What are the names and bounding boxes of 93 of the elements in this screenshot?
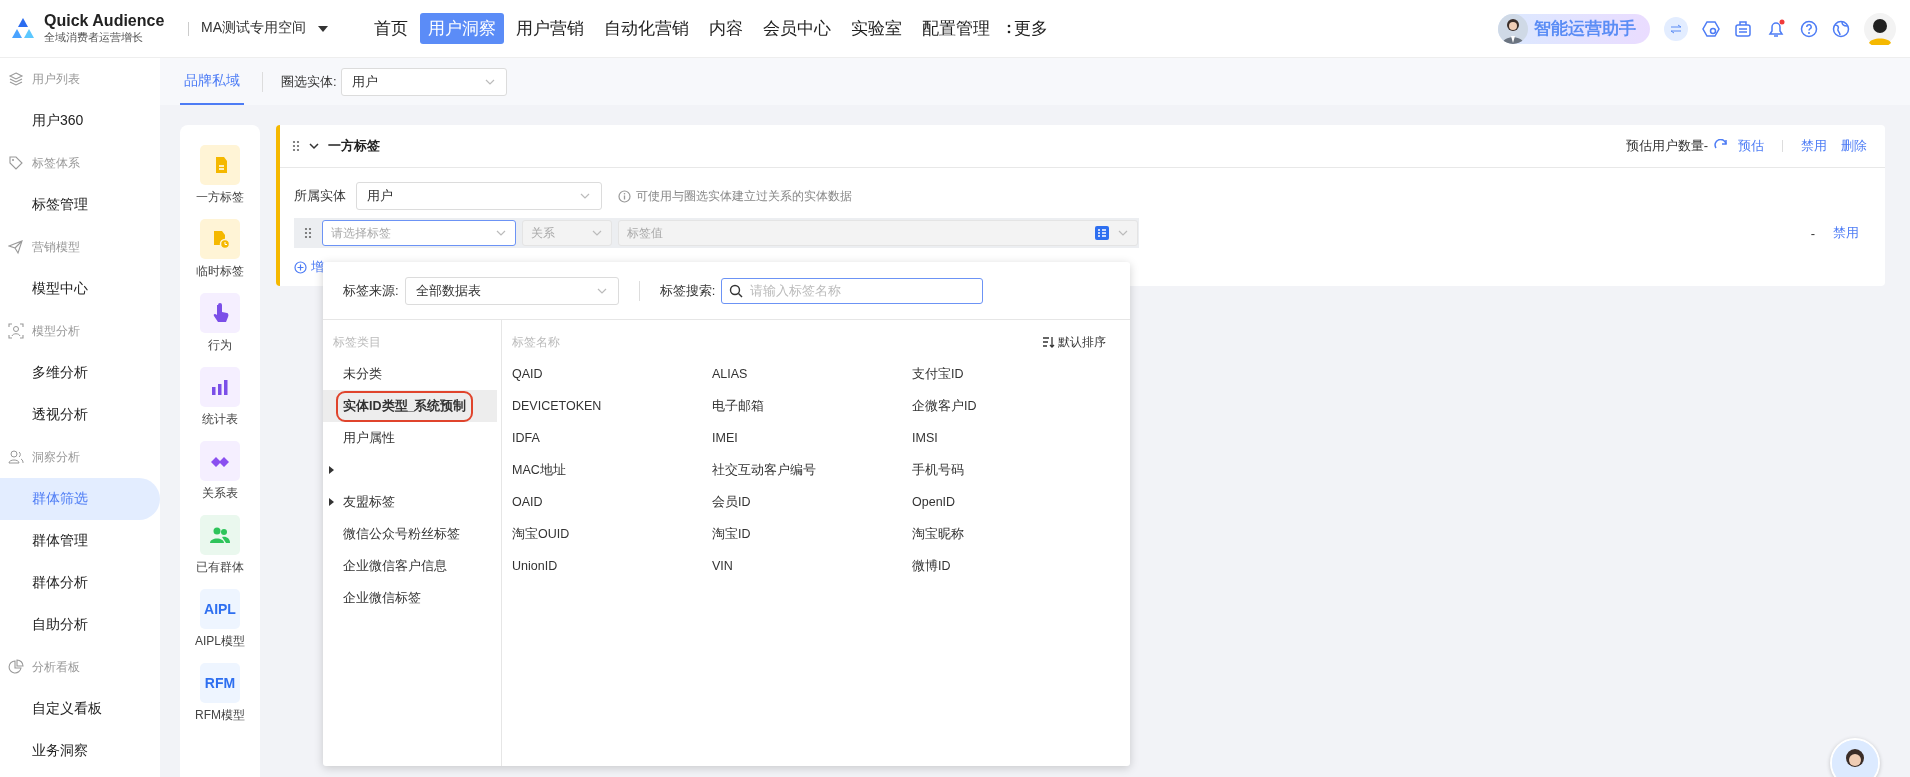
user-avatar[interactable] xyxy=(1864,12,1896,45)
group-title: 营销模型 xyxy=(32,238,80,256)
category-item[interactable]: 用户属性 xyxy=(323,422,497,454)
add-link[interactable]: 增 xyxy=(294,258,334,276)
briefcase-icon[interactable] xyxy=(1734,19,1752,38)
nav-tab[interactable]: 首页 xyxy=(366,13,416,44)
tag-name-item[interactable]: 电子邮箱 xyxy=(712,390,912,422)
tag-name-item[interactable]: 淘宝ID xyxy=(712,518,912,550)
tag-name-item[interactable]: QAID xyxy=(512,358,712,390)
tag-name-item[interactable]: IMSI xyxy=(912,422,1112,454)
sidebar-item[interactable]: 业务洞察 xyxy=(0,730,160,772)
sidebar-item[interactable]: 自助分析 xyxy=(0,604,160,646)
caret-icon xyxy=(318,24,328,33)
switch-icon[interactable] xyxy=(1664,16,1688,41)
tag-name-item[interactable]: 企微客户ID xyxy=(912,390,1112,422)
group-title: 模型分析 xyxy=(32,322,80,340)
field-label: 标签搜索: xyxy=(659,281,716,300)
workspace-selector[interactable]: MA测试专用空间 xyxy=(188,21,328,36)
tag-name-item[interactable]: 支付宝ID xyxy=(912,358,1112,390)
category-item[interactable]: 微信公众号粉丝标签 xyxy=(323,518,497,550)
entity-select[interactable]: 用户 xyxy=(340,67,507,96)
sidebar-item[interactable]: 群体管理 xyxy=(0,520,160,562)
entity-select[interactable]: 用户 xyxy=(356,182,602,210)
tag-name-item[interactable]: IDFA xyxy=(512,422,712,454)
list-icon[interactable] xyxy=(1095,226,1109,240)
action-link[interactable]: 禁用 xyxy=(1829,224,1863,242)
nav-tab[interactable]: 配置管理 xyxy=(914,13,998,44)
column-header: 标签名称 xyxy=(512,333,560,351)
nav-tab[interactable]: 用户营销 xyxy=(508,13,592,44)
category-item[interactable]: 友盟标签 xyxy=(323,486,497,518)
brand-tagline: 全域消费者运营增长 xyxy=(44,30,144,45)
info-icon xyxy=(618,189,631,203)
field-label: 所属实体 xyxy=(294,187,346,205)
sidebar-item[interactable]: 多维分析 xyxy=(0,352,160,394)
group-title: 洞察分析 xyxy=(32,448,80,466)
more-menu[interactable]: 更多 xyxy=(1002,17,1048,40)
action-link[interactable]: 禁用 xyxy=(1797,137,1831,155)
sidebar-item[interactable]: 群体分析 xyxy=(0,562,160,604)
tag-name-item[interactable]: 会员ID xyxy=(712,486,912,518)
action-link[interactable]: 删除 xyxy=(1837,137,1871,155)
nav-tab[interactable]: 自动化营销 xyxy=(596,13,697,44)
search-icon xyxy=(729,283,744,298)
tag-name-item[interactable]: ALIAS xyxy=(712,358,912,390)
tag-name-item[interactable]: 手机号码 xyxy=(912,454,1112,486)
hint-text: 可使用与圈选实体建立过关系的实体数据 xyxy=(636,187,852,205)
tag-name-item[interactable]: 淘宝昵称 xyxy=(912,518,1112,550)
bell-icon[interactable] xyxy=(1766,18,1786,39)
source-select[interactable]: 全部数据表 xyxy=(404,276,619,305)
help-icon[interactable] xyxy=(1800,19,1818,38)
tag-name-item[interactable]: OAID xyxy=(512,486,712,518)
gear-icon[interactable] xyxy=(1702,19,1720,38)
tag-name-item[interactable]: 微博ID xyxy=(912,550,1112,582)
sort-button[interactable]: 默认排序 xyxy=(1037,332,1112,352)
tag-name-item[interactable]: 淘宝OUID xyxy=(512,518,712,550)
group-title: 分析看板 xyxy=(32,658,80,676)
sidebar-item[interactable]: 透视分析 xyxy=(0,394,160,436)
count-text: - xyxy=(1810,225,1815,241)
drag-handle-icon[interactable] xyxy=(304,227,312,239)
field-label: 圈选实体: xyxy=(281,72,337,91)
estimate-link[interactable]: 预估 xyxy=(1734,137,1768,155)
tag-name-item[interactable]: DEVICETOKEN xyxy=(512,390,712,422)
tag-name-item[interactable]: UnionID xyxy=(512,550,712,582)
tag-name-item[interactable]: VIN xyxy=(712,550,912,582)
card-title: 一方标签 xyxy=(328,137,380,155)
sidebar-item[interactable]: 模型中心 xyxy=(0,268,160,310)
sidebar-item[interactable]: 标签管理 xyxy=(0,184,160,226)
group-title: 标签体系 xyxy=(32,154,80,172)
tag-name-item[interactable]: MAC地址 xyxy=(512,454,712,486)
estimate-label: 预估用户数量- xyxy=(1625,137,1708,155)
globe-icon[interactable] xyxy=(1832,19,1850,38)
sidebar-item[interactable]: 用户360 xyxy=(0,100,160,142)
search-field[interactable]: 请输入标签名称 xyxy=(721,277,984,304)
tag-name-item[interactable]: IMEI xyxy=(712,422,912,454)
expand-icon[interactable] xyxy=(329,498,335,506)
category-item[interactable]: 企业微信客户信息 xyxy=(323,550,497,582)
nav-tab[interactable]: 内容 xyxy=(701,13,751,44)
chevron-icon[interactable] xyxy=(308,140,320,152)
sidebar-item[interactable]: 自定义看板 xyxy=(0,688,160,730)
tag-name-item[interactable]: 社交互动客户编号 xyxy=(712,454,912,486)
category-item[interactable]: 企业微信标签 xyxy=(323,582,497,614)
tag-name-item[interactable]: OpenID xyxy=(912,486,1112,518)
brand-name: Quick Audience xyxy=(44,12,165,30)
column-header: 标签类目 xyxy=(332,333,382,351)
group-title: 用户列表 xyxy=(32,70,80,88)
category-item[interactable]: 实体ID类型_系统预制 xyxy=(323,390,497,422)
nav-tab[interactable]: 实验室 xyxy=(843,13,910,44)
sort-icon xyxy=(1043,336,1055,348)
category-item[interactable]: 未分类 xyxy=(323,358,497,390)
expand-icon[interactable] xyxy=(329,466,335,474)
tab[interactable]: 品牌私域 xyxy=(180,58,244,105)
drag-handle-icon[interactable] xyxy=(292,140,300,152)
field-label: 标签来源: xyxy=(343,281,399,300)
nav-tab[interactable]: 会员中心 xyxy=(755,13,839,44)
